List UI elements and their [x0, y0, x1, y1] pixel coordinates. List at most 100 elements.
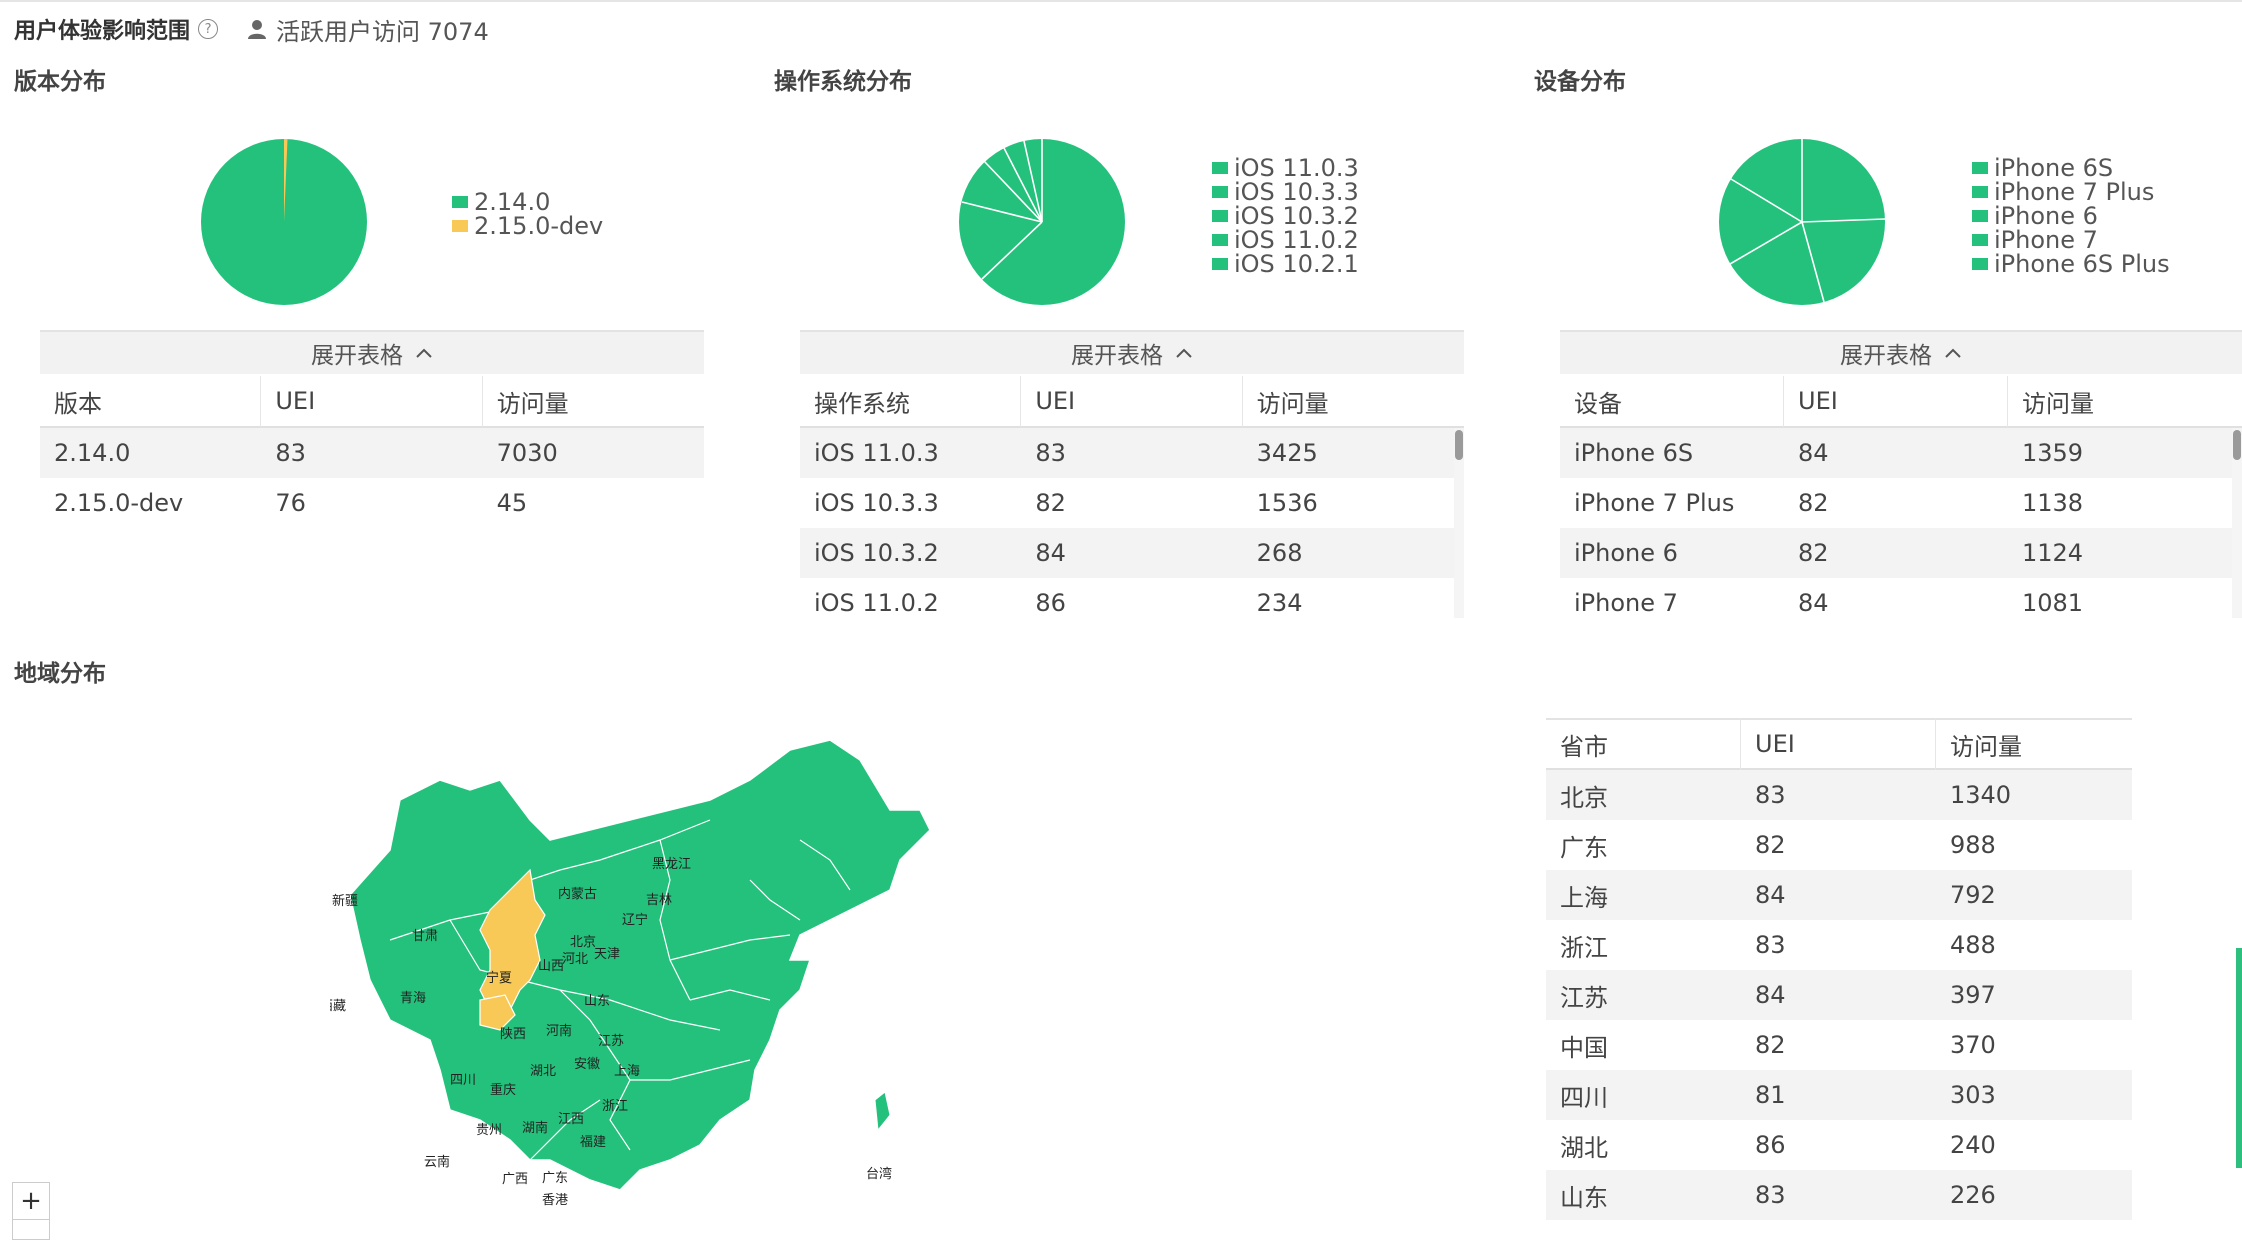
cell: 1124 — [2022, 539, 2084, 567]
side-indicator — [2236, 948, 2242, 1168]
map-label: 内蒙古 — [558, 886, 597, 902]
legend-item[interactable]: 2.15.0-dev — [452, 214, 603, 238]
table-row[interactable]: 2.14.0 83 7030 — [40, 428, 704, 478]
table-header: 设备 UEI 访问量 — [1560, 376, 2242, 428]
legend-item[interactable]: iPhone 7 — [1972, 228, 2170, 252]
map-label: 天津 — [594, 947, 620, 962]
device-panel: 设备分布 iPhone 6S iPhone 7 Plus iPhone 6 iP… — [1534, 56, 2242, 626]
zoom-in-button[interactable]: + — [12, 1182, 50, 1220]
table-row[interactable]: 2.15.0-dev 76 45 — [40, 478, 704, 528]
legend-item[interactable]: iPhone 6S — [1972, 156, 2170, 180]
chevron-up-icon — [1945, 348, 1961, 358]
column-header[interactable]: 访问量 — [2008, 376, 2232, 427]
panel-title: 设备分布 — [1534, 69, 1626, 95]
chevron-up-icon — [416, 348, 432, 358]
expand-table-button[interactable]: 展开表格 — [1560, 330, 2242, 374]
legend-item[interactable]: iOS 10.3.2 — [1212, 204, 1359, 228]
table-row[interactable]: iPhone 6 82 1124 — [1560, 528, 2242, 578]
table-row[interactable]: 四川 81 303 — [1546, 1070, 2132, 1120]
version-panel: 版本分布 2.14.0 2.15.0-dev 展开表格 版本 UEI 访问量 2… — [14, 56, 704, 626]
table-row[interactable]: iPhone 7 Plus 82 1138 — [1560, 478, 2242, 528]
china-map[interactable]: 新疆 西藏 青海 甘肃 内蒙古 黑龙江 吉林 辽宁 北京 天津 河北 山西 宁夏… — [330, 720, 1050, 1240]
table-row[interactable]: 广东 82 988 — [1546, 820, 2132, 870]
map-label: 新疆 — [332, 893, 358, 909]
map-label: 湖北 — [530, 1064, 556, 1079]
column-header[interactable]: UEI — [261, 376, 483, 427]
column-header[interactable]: UEI — [1741, 718, 1936, 770]
table-row[interactable]: 江苏 84 397 — [1546, 970, 2132, 1020]
column-header[interactable]: 省市 — [1546, 718, 1741, 770]
map-region-taiwan — [874, 1091, 891, 1132]
table-header: 操作系统 UEI 访问量 — [800, 376, 1464, 428]
table-row[interactable]: iOS 10.3.2 84 268 — [800, 528, 1464, 578]
legend-item[interactable]: iPhone 7 Plus — [1972, 180, 2170, 204]
column-header[interactable]: 访问量 — [483, 376, 704, 427]
cell: iOS 10.3.3 — [814, 489, 939, 517]
cell: 2.15.0-dev — [54, 489, 184, 517]
cell: 84 — [1035, 539, 1066, 567]
scrollbar-thumb[interactable] — [2233, 430, 2241, 460]
legend-item[interactable]: iOS 11.0.3 — [1212, 156, 1359, 180]
legend-item[interactable]: iPhone 6S Plus — [1972, 252, 2170, 276]
column-header[interactable]: 设备 — [1560, 376, 1784, 427]
column-header[interactable]: UEI — [1784, 376, 2008, 427]
cell: iPhone 6S — [1574, 439, 1694, 467]
legend-item[interactable]: iPhone 6 — [1972, 204, 2170, 228]
column-header[interactable]: 访问量 — [1243, 376, 1464, 427]
os-panel: 操作系统分布 iOS 11.0.3 iOS 10.3.3 iOS 10.3.2 … — [774, 56, 1464, 626]
legend-item[interactable]: iOS 10.2.1 — [1212, 252, 1359, 276]
cell: 268 — [1256, 539, 1303, 567]
cell: 83 — [1035, 439, 1066, 467]
table-row[interactable]: iOS 11.0.3 83 3425 — [800, 428, 1464, 478]
cell: 83 — [275, 439, 306, 467]
column-header[interactable]: 版本 — [40, 376, 262, 427]
table-row[interactable]: 北京 83 1340 — [1546, 770, 2132, 820]
map-region-green — [349, 739, 931, 1191]
table-row[interactable]: iOS 11.0.2 86 234 — [800, 578, 1464, 628]
map-label: 河南 — [546, 1023, 572, 1039]
province-table: 省市 UEI 访问量 北京 83 1340 广东 82 988 上海 84 792 浙江 83… — [1546, 718, 2132, 1220]
map-label: 吉林 — [646, 893, 672, 908]
help-icon[interactable]: ? — [198, 19, 219, 39]
map-label: 西藏 — [330, 999, 346, 1014]
table-row[interactable]: 山东 83 226 — [1546, 1170, 2132, 1220]
table-row[interactable]: 上海 84 792 — [1546, 870, 2132, 920]
panel-title: 版本分布 — [14, 69, 106, 95]
table-row[interactable]: 湖北 86 240 — [1546, 1120, 2132, 1170]
cell: 82 — [1035, 489, 1066, 517]
map-label: 北京 — [570, 935, 596, 950]
legend-item[interactable]: iOS 10.3.3 — [1212, 180, 1359, 204]
map-label: 广西 — [502, 1172, 528, 1187]
cell: 7030 — [496, 439, 558, 467]
column-header[interactable]: UEI — [1021, 376, 1243, 427]
cell: 84 — [1798, 439, 1829, 467]
map-label: 辽宁 — [622, 912, 648, 928]
table-header: 版本 UEI 访问量 — [40, 376, 704, 428]
legend-item[interactable]: 2.14.0 — [452, 190, 603, 214]
table-row[interactable]: 中国 82 370 — [1546, 1020, 2132, 1070]
expand-label: 展开表格 — [1840, 343, 1932, 369]
version-pie-chart — [201, 139, 367, 305]
table-row[interactable]: 浙江 83 488 — [1546, 920, 2132, 970]
table-row[interactable]: iPhone 6S 84 1359 — [1560, 428, 2242, 478]
map-label: 江西 — [558, 1112, 584, 1127]
cell: iOS 10.3.2 — [814, 539, 939, 567]
expand-table-button[interactable]: 展开表格 — [40, 330, 704, 374]
expand-table-button[interactable]: 展开表格 — [800, 330, 1464, 374]
map-label: 宁夏 — [486, 970, 512, 986]
table-scrollbar[interactable] — [2232, 428, 2242, 618]
column-header[interactable]: 操作系统 — [800, 376, 1022, 427]
table-scrollbar[interactable] — [1454, 428, 1464, 618]
map-label: 甘肃 — [412, 929, 438, 944]
legend-item[interactable]: iOS 11.0.2 — [1212, 228, 1359, 252]
map-label: 福建 — [580, 1135, 606, 1150]
map-label: 黑龙江 — [652, 857, 691, 872]
zoom-out-button[interactable] — [12, 1220, 50, 1240]
cell: iOS 11.0.2 — [814, 589, 939, 617]
column-header[interactable]: 访问量 — [1936, 718, 2132, 770]
map-label: 广东 — [542, 1171, 568, 1186]
table-row[interactable]: iPhone 7 84 1081 — [1560, 578, 2242, 628]
cell: iPhone 7 Plus — [1574, 489, 1735, 517]
scrollbar-thumb[interactable] — [1455, 430, 1463, 460]
table-row[interactable]: iOS 10.3.3 82 1536 — [800, 478, 1464, 528]
